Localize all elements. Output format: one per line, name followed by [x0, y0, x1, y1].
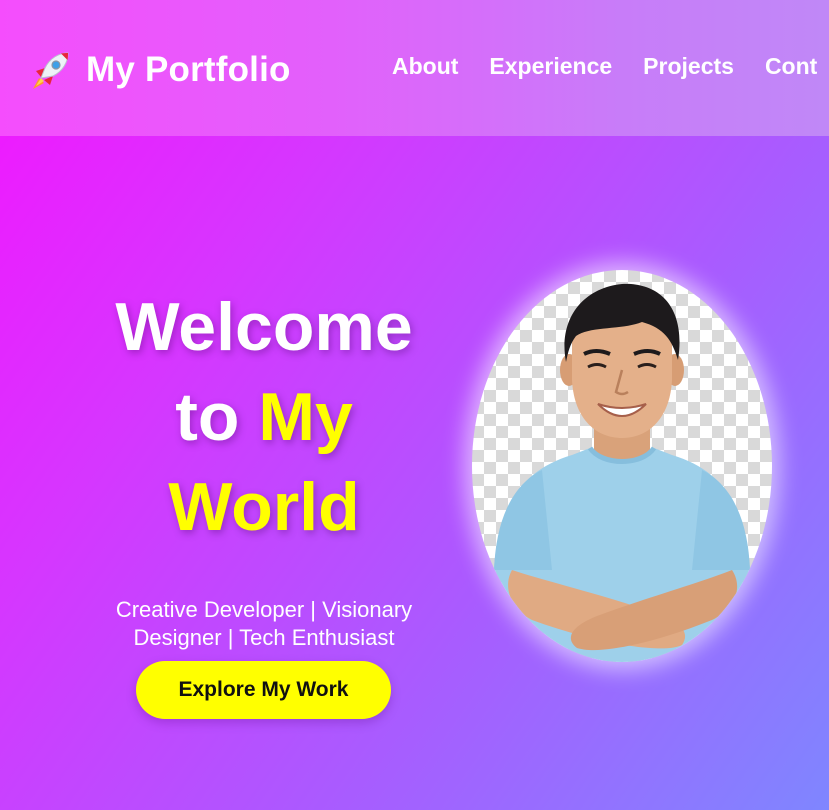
hero-title-line1: Welcome	[115, 289, 413, 365]
navbar: My Portfolio About Experience Projects C…	[0, 0, 829, 136]
hero-title: Welcome to My World	[60, 282, 468, 552]
nav-link-contact[interactable]: Cont	[765, 53, 817, 80]
hero-tagline: Creative Developer | Visionary Designer …	[60, 596, 468, 652]
nav-link-experience[interactable]: Experience	[489, 53, 612, 80]
rocket-icon	[33, 52, 69, 89]
brand-title: My Portfolio	[86, 50, 291, 89]
hero-title-line3: World	[168, 469, 360, 545]
nav-link-about[interactable]: About	[392, 53, 458, 80]
tagline-line2: Designer | Tech Enthusiast	[133, 625, 395, 650]
brand[interactable]: My Portfolio	[30, 48, 291, 92]
profile-photo	[472, 270, 772, 662]
nav-menu: About Experience Projects Cont	[392, 53, 817, 80]
tagline-line1: Creative Developer | Visionary	[115, 597, 413, 622]
nav-link-projects[interactable]: Projects	[643, 53, 734, 80]
hero-title-line2-yellow: My	[258, 379, 353, 455]
explore-work-button[interactable]: Explore My Work	[136, 661, 391, 719]
person-illustration	[492, 283, 752, 662]
hero-title-line2-white: to	[175, 379, 240, 455]
